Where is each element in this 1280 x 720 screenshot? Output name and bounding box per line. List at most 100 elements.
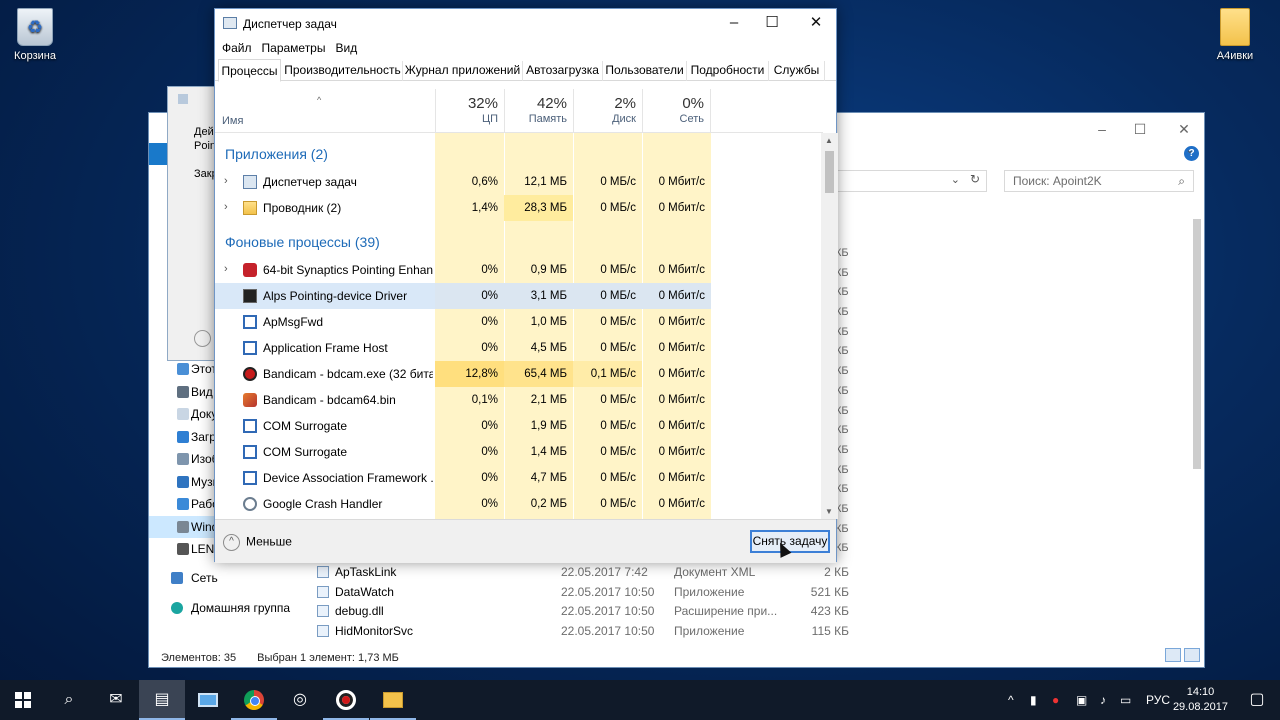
task-manager-window: Диспетчер задач – ☐ ✕ Файл Параметры Вид П… <box>214 8 839 563</box>
scroll-up-icon[interactable]: ▲ <box>825 136 833 145</box>
search-button[interactable]: ⌕ <box>46 680 92 720</box>
nav-label: Загр <box>191 429 216 444</box>
tray-device-icon[interactable]: ▮ <box>1030 680 1037 720</box>
process-row[interactable]: › 64-bit Synaptics Pointing Enhan... 0% 0… <box>215 257 823 283</box>
refresh-icon[interactable]: ↻ <box>970 172 980 186</box>
process-row[interactable]: › Диспетчер задач 0,6% 12,1 МБ 0 МБ/с 0 М… <box>215 169 823 195</box>
taskbar-bandicam[interactable] <box>323 680 369 720</box>
column-name[interactable]: Имя <box>222 115 243 127</box>
process-row[interactable]: COM Surrogate 0% 1,4 МБ 0 МБ/с 0 Мбит/с <box>215 439 823 465</box>
process-name: Bandicam - bdcam64.bin <box>263 393 396 407</box>
expand-chevron-icon[interactable]: › <box>224 175 228 187</box>
explorer-scrollbar[interactable] <box>1191 199 1202 639</box>
column-disk[interactable]: 2% Диск <box>573 89 642 133</box>
menu-view[interactable]: Вид <box>328 39 360 57</box>
size-unit: КБ <box>835 247 849 259</box>
address-dropdown-icon[interactable]: ⌄ <box>951 173 960 186</box>
dialog-expand-icon[interactable] <box>194 330 211 347</box>
taskbar-chrome[interactable] <box>231 680 277 720</box>
process-row[interactable]: Bandicam - bdcam64.bin 0,1% 2,1 МБ 0 МБ/… <box>215 387 823 413</box>
menu-options[interactable]: Параметры <box>255 39 329 57</box>
column-cpu[interactable]: 32% ЦП <box>435 89 504 133</box>
tab-performance[interactable]: Производительность <box>283 61 403 81</box>
network-value: 0 Мбит/с <box>658 316 705 328</box>
file-date: 22.05.2017 10:50 <box>561 624 655 639</box>
explorer-maximize-button[interactable]: ☐ <box>1117 119 1163 139</box>
disk-value: 0 МБ/с <box>600 342 636 354</box>
tab-details[interactable]: Подробности <box>687 61 769 81</box>
background-dialog: Дей Poin Закр <box>167 86 219 361</box>
tray-record-icon[interactable]: ● <box>1052 680 1059 720</box>
video-icon <box>177 385 189 398</box>
nav-label: Домашняя группа <box>191 601 291 615</box>
taskbar: ⌕ ✉ ▤ ◎ ^ ▮ ● ▣ ♪ ▭ РУС 14:10 29.08.2017… <box>0 680 1280 720</box>
action-center-button[interactable]: ▢ <box>1234 680 1280 720</box>
process-row[interactable]: Google Crash Handler 0% 0,2 МБ 0 МБ/с 0 … <box>215 491 823 517</box>
tab-app-history[interactable]: Журнал приложений <box>403 61 523 81</box>
taskbar-mail[interactable]: ✉ <box>93 680 139 720</box>
process-row[interactable]: › Проводник (2) 1,4% 28,3 МБ 0 МБ/с 0 Мби… <box>215 195 823 221</box>
ribbon-expand-icon[interactable]: ⌄ <box>1186 145 1194 156</box>
status-bar: Элементов: 35 Выбран 1 элемент: 1,73 МБ <box>161 652 417 664</box>
clock[interactable]: 14:10 29.08.2017 <box>1173 685 1228 715</box>
taskbar-task-manager[interactable]: ▤ <box>139 680 185 720</box>
scroll-thumb[interactable] <box>1193 219 1201 469</box>
window-app-icon <box>243 341 257 355</box>
tray-volume-icon[interactable]: ♪ <box>1100 680 1106 720</box>
file-row[interactable]: HidMonitorSvc 22.05.2017 10:50 Приложение 1… <box>314 621 854 641</box>
size-column-partial: КБ КБ КБ КБ КБ КБ КБ КБ КБ КБ КБ КБ КБ К… <box>835 243 859 558</box>
file-size: 423 КБ <box>810 604 849 619</box>
tab-services[interactable]: Службы <box>769 61 825 81</box>
details-view-button[interactable] <box>1165 648 1181 662</box>
disk-value: 0 МБ/с <box>600 316 636 328</box>
tray-battery-icon[interactable]: ▭ <box>1120 680 1131 720</box>
process-row[interactable]: ApMsgFwd 0% 1,0 МБ 0 МБ/с 0 Мбит/с <box>215 309 823 335</box>
recycle-bin-desktop-icon[interactable]: Корзина <box>0 8 70 62</box>
address-bar[interactable]: ⌄ ↻ <box>837 170 987 192</box>
input-language[interactable]: РУС <box>1146 680 1170 720</box>
nav-item-homegroup[interactable]: Домашняя группа <box>149 597 299 620</box>
tray-network-icon[interactable]: ▣ <box>1076 680 1087 720</box>
scroll-thumb[interactable] <box>825 151 834 193</box>
file-row[interactable]: DataWatch 22.05.2017 10:50 Приложение 521 К… <box>314 582 854 602</box>
column-network[interactable]: 0% Сеть <box>642 89 711 133</box>
memory-value: 1,9 МБ <box>530 420 567 432</box>
taskbar-steam[interactable]: ◎ <box>277 680 323 720</box>
folder-desktop-icon[interactable]: А4ивки <box>1200 8 1270 62</box>
process-scrollbar[interactable]: ▲ ▼ <box>821 133 838 519</box>
menu-file[interactable]: Файл <box>215 39 255 57</box>
file-row[interactable]: debug.dll 22.05.2017 10:50 Расширение при.… <box>314 601 854 621</box>
close-button[interactable]: ✕ <box>793 9 839 39</box>
nav-item-network[interactable]: Сеть <box>149 567 299 590</box>
process-name-cell: COM Surrogate <box>215 413 435 439</box>
column-memory[interactable]: 42% Память <box>504 89 573 133</box>
group-background: Фоновые процессы (39) <box>215 229 823 255</box>
maximize-button[interactable]: ☐ <box>749 9 795 39</box>
tab-startup[interactable]: Автозагрузка <box>523 61 603 81</box>
tiles-view-button[interactable] <box>1184 648 1200 662</box>
tray-overflow-icon[interactable]: ^ <box>1008 680 1014 720</box>
disk-value: 0 МБ/с <box>600 472 636 484</box>
taskbar-explorer[interactable] <box>370 680 416 720</box>
memory-value: 28,3 МБ <box>524 202 567 214</box>
disk-label: Диск <box>612 113 636 125</box>
process-row[interactable]: Bandicam - bdcam.exe (32 бита) 12,8% 65,… <box>215 361 823 387</box>
start-button[interactable] <box>0 680 46 720</box>
fewer-details-button[interactable]: ^ Меньше <box>223 534 292 551</box>
process-row[interactable]: COM Surrogate 0% 1,9 МБ 0 МБ/с 0 Мбит/с <box>215 413 823 439</box>
file-row[interactable]: ApTaskLink 22.05.2017 7:42 Документ XML 2 К… <box>314 562 854 582</box>
search-input[interactable]: Поиск: Apoint2K ⌕ <box>1004 170 1194 192</box>
scroll-down-icon[interactable]: ▼ <box>825 507 833 516</box>
process-row[interactable]: Application Frame Host 0% 4,5 МБ 0 МБ/с … <box>215 335 823 361</box>
tab-processes[interactable]: Процессы <box>218 59 281 82</box>
process-row-selected[interactable]: Alps Pointing-device Driver 0% 3,1 МБ 0 … <box>215 283 823 309</box>
process-row[interactable]: Device Association Framework ... 0% 4,7 … <box>215 465 823 491</box>
expand-chevron-icon[interactable]: › <box>224 201 228 213</box>
desktop-icon <box>177 498 189 510</box>
expand-chevron-icon[interactable]: › <box>224 263 228 275</box>
explorer-close-button[interactable]: ✕ <box>1161 119 1207 139</box>
file-name: debug.dll <box>335 604 384 619</box>
search-placeholder: Поиск: Apoint2K <box>1013 174 1102 188</box>
tab-users[interactable]: Пользователи <box>603 61 687 81</box>
taskbar-desktop-app[interactable] <box>185 680 231 720</box>
